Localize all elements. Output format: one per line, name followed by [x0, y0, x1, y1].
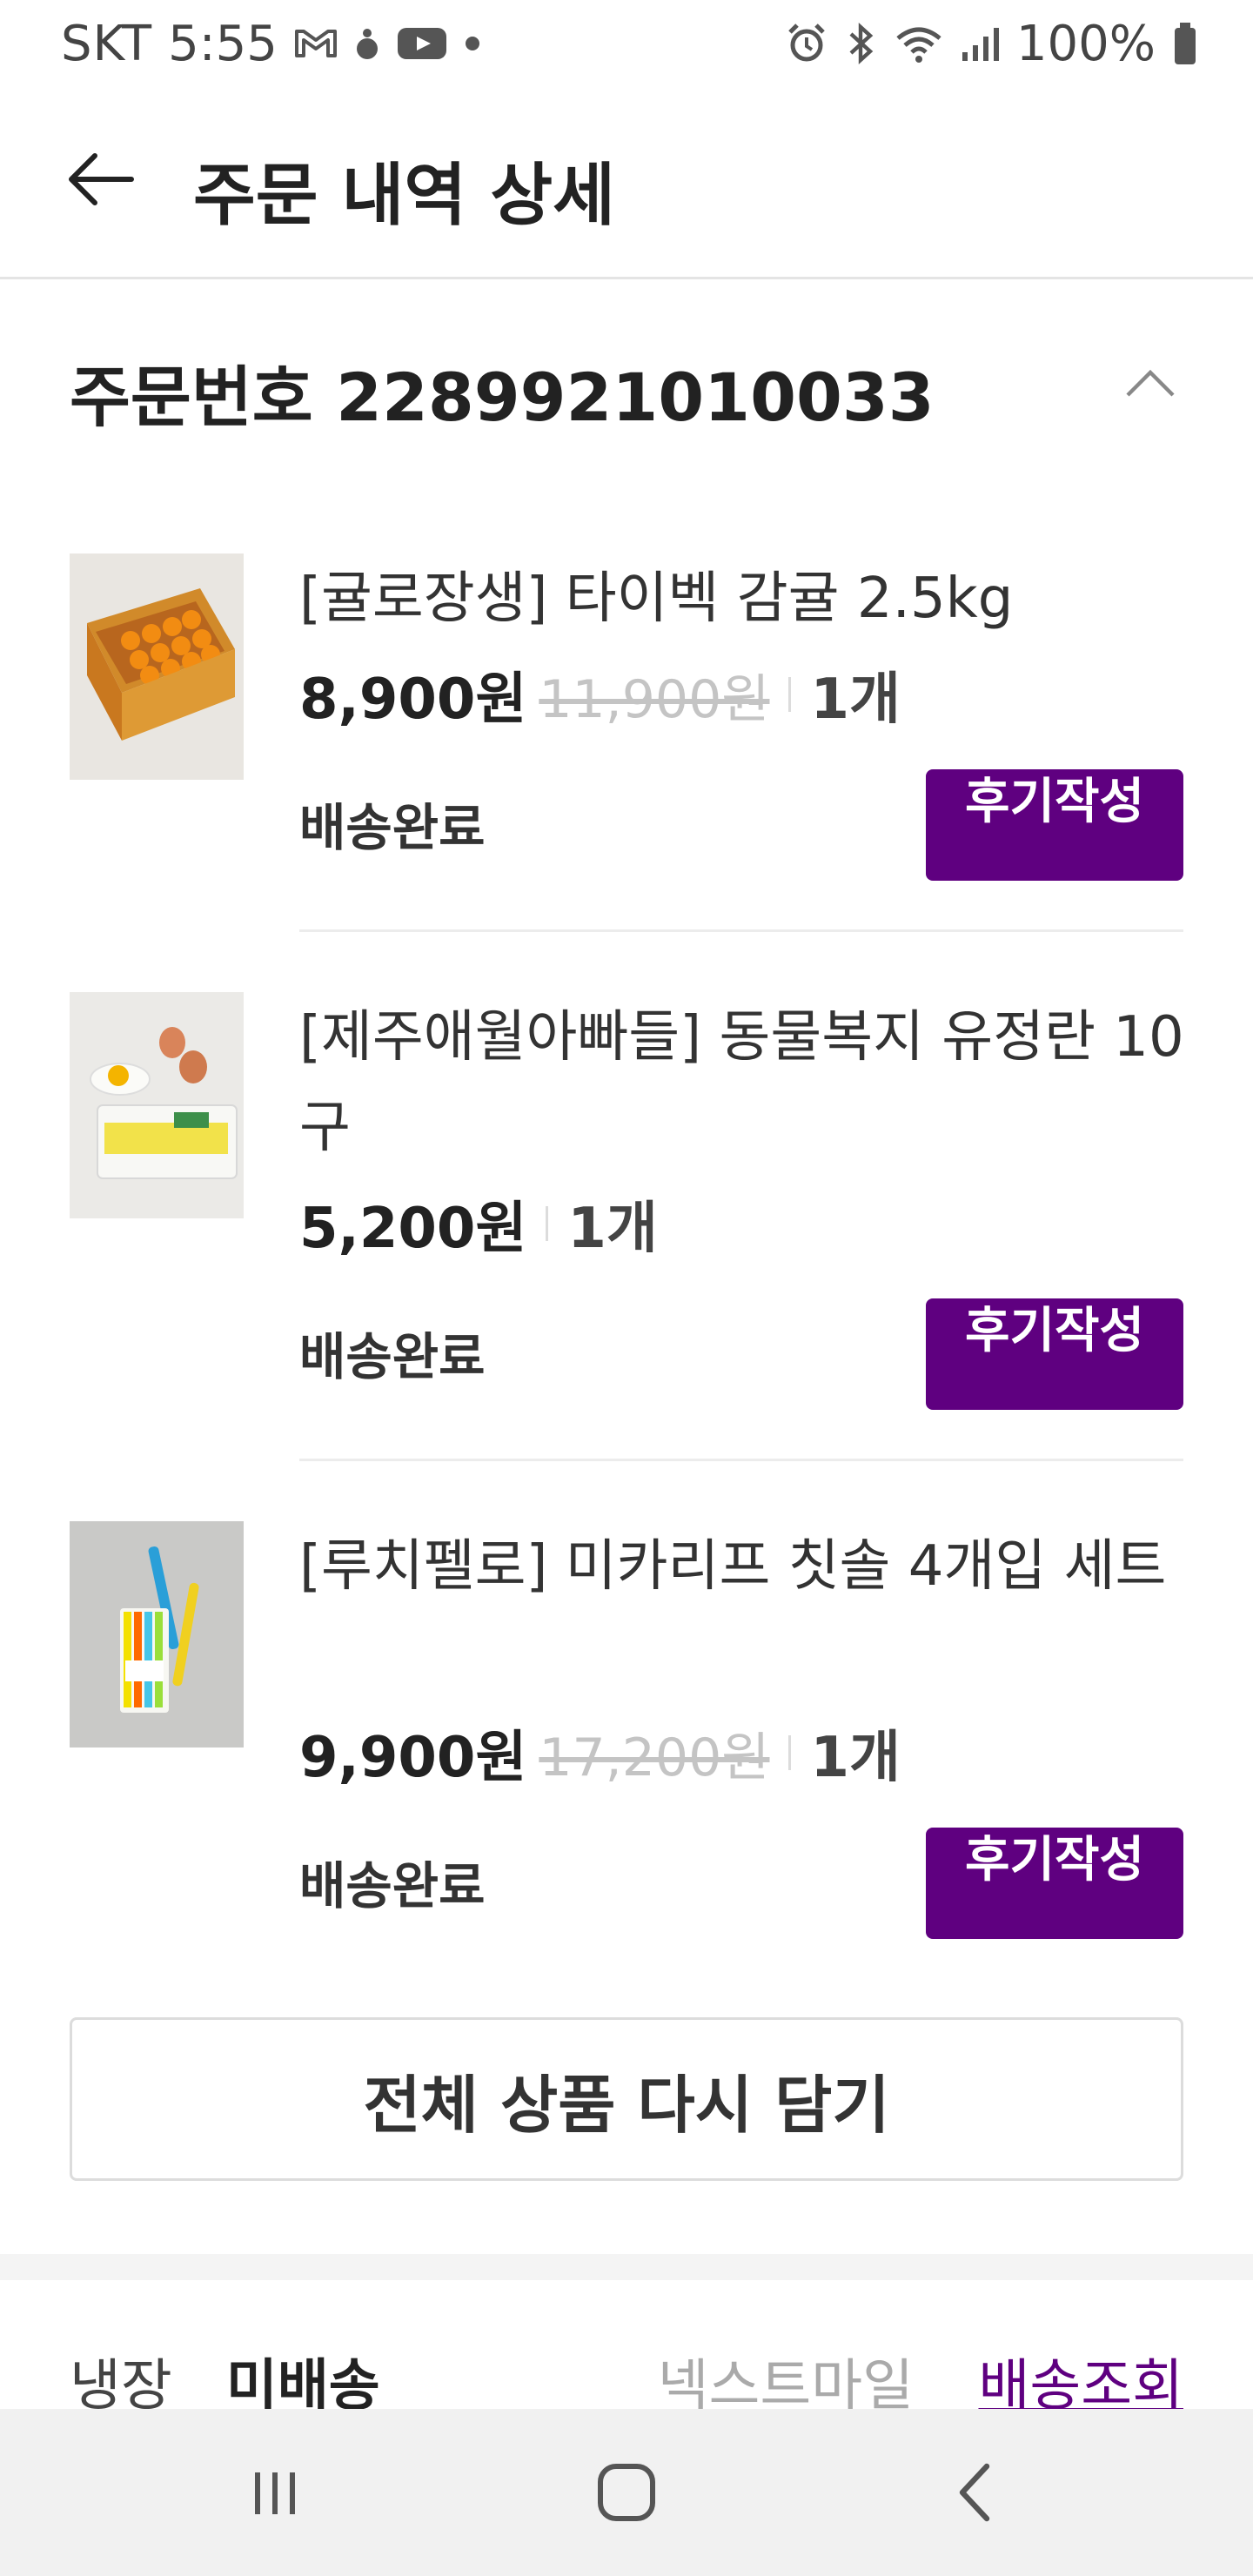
home-button[interactable]: [574, 2444, 679, 2541]
quantity: 1개: [810, 1726, 901, 1790]
order-item: [귤로장생] 타이벡 감귤 2.5kg 8,900원 11,900원 1개 배송…: [0, 553, 1253, 928]
item-divider: [299, 1459, 1183, 1461]
price-line: 9,900원 17,200원 1개: [299, 1709, 901, 1796]
quantity: 1개: [567, 1197, 658, 1261]
alarm-icon: [785, 22, 828, 65]
original-price: 17,200원: [539, 1727, 770, 1788]
gmail-icon: [293, 26, 338, 61]
item-divider: [299, 929, 1183, 932]
write-review-button[interactable]: 후기작성: [926, 1828, 1183, 1939]
sale-price: 9,900원: [299, 1726, 527, 1790]
product-name[interactable]: [제주애월아빠들] 동물복지 유정란 10구: [299, 992, 1187, 1173]
delivery-status: 배송완료: [299, 1327, 486, 1386]
order-number: 주문번호 2289921010033: [70, 359, 935, 436]
hotel-app-icon: [354, 24, 380, 63]
order-item: [제주애월아빠들] 동물복지 유정란 10구 5,200원 1개 배송완료 후기…: [0, 992, 1253, 1410]
price-divider: [546, 1206, 549, 1241]
battery-icon: [1173, 21, 1197, 66]
recent-apps-button[interactable]: [223, 2444, 327, 2541]
write-review-button[interactable]: 후기작성: [926, 769, 1183, 881]
product-image-eggs[interactable]: [70, 992, 244, 1218]
home-icon: [598, 2464, 655, 2521]
notification-dot-icon: [464, 35, 481, 52]
recent-apps-icon: [255, 2472, 295, 2514]
price-line: 5,200원 1개: [299, 1180, 658, 1267]
back-button[interactable]: [61, 136, 139, 223]
wifi-icon: [895, 23, 943, 64]
youtube-icon: [396, 24, 448, 63]
page-title: 주문 내역 상세: [193, 157, 615, 235]
system-nav-bar: [0, 2409, 1253, 2576]
delivery-status: 배송완료: [299, 1856, 486, 1915]
back-arrow-icon: [69, 153, 134, 205]
carrier-label: SKT: [61, 15, 153, 72]
sale-price: 5,200원: [299, 1197, 527, 1261]
bluetooth-icon: [846, 22, 877, 65]
product-name[interactable]: [귤로장생] 타이벡 감귤 2.5kg: [299, 553, 1187, 644]
signal-icon: [961, 24, 999, 63]
reorder-all-button[interactable]: 전체 상품 다시 담기: [70, 2017, 1183, 2181]
write-review-button[interactable]: 후기작성: [926, 1298, 1183, 1410]
battery-percent: 100%: [1015, 15, 1156, 72]
original-price: 11,900원: [539, 668, 770, 730]
product-image-tangerine[interactable]: [70, 553, 244, 780]
system-back-button[interactable]: [922, 2444, 1027, 2541]
quantity: 1개: [810, 667, 901, 732]
order-item: [루치펠로] 미카리프 칫솔 4개입 세트 9,900원 17,200원 1개 …: [0, 1521, 1253, 1939]
product-name[interactable]: [루치펠로] 미카리프 칫솔 4개입 세트: [299, 1521, 1187, 1612]
product-image-toothbrush[interactable]: [70, 1521, 244, 1748]
sale-price: 8,900원: [299, 667, 527, 732]
delivery-info-row: 냉장 미배송 넥스트마일 배송조회: [70, 2341, 1183, 2419]
system-back-icon: [959, 2463, 990, 2522]
clock: 5:55: [168, 15, 278, 72]
delivery-status: 배송완료: [299, 798, 486, 857]
price-divider: [788, 1735, 792, 1770]
status-bar: SKT 5:55 100%: [0, 0, 1253, 87]
chevron-up-icon: [1126, 369, 1175, 397]
section-divider: [0, 2254, 1253, 2280]
price-line: 8,900원 11,900원 1개: [299, 651, 901, 738]
app-header: 주문 내역 상세: [0, 87, 1253, 279]
price-divider: [788, 677, 792, 712]
collapse-button[interactable]: [1116, 348, 1185, 418]
